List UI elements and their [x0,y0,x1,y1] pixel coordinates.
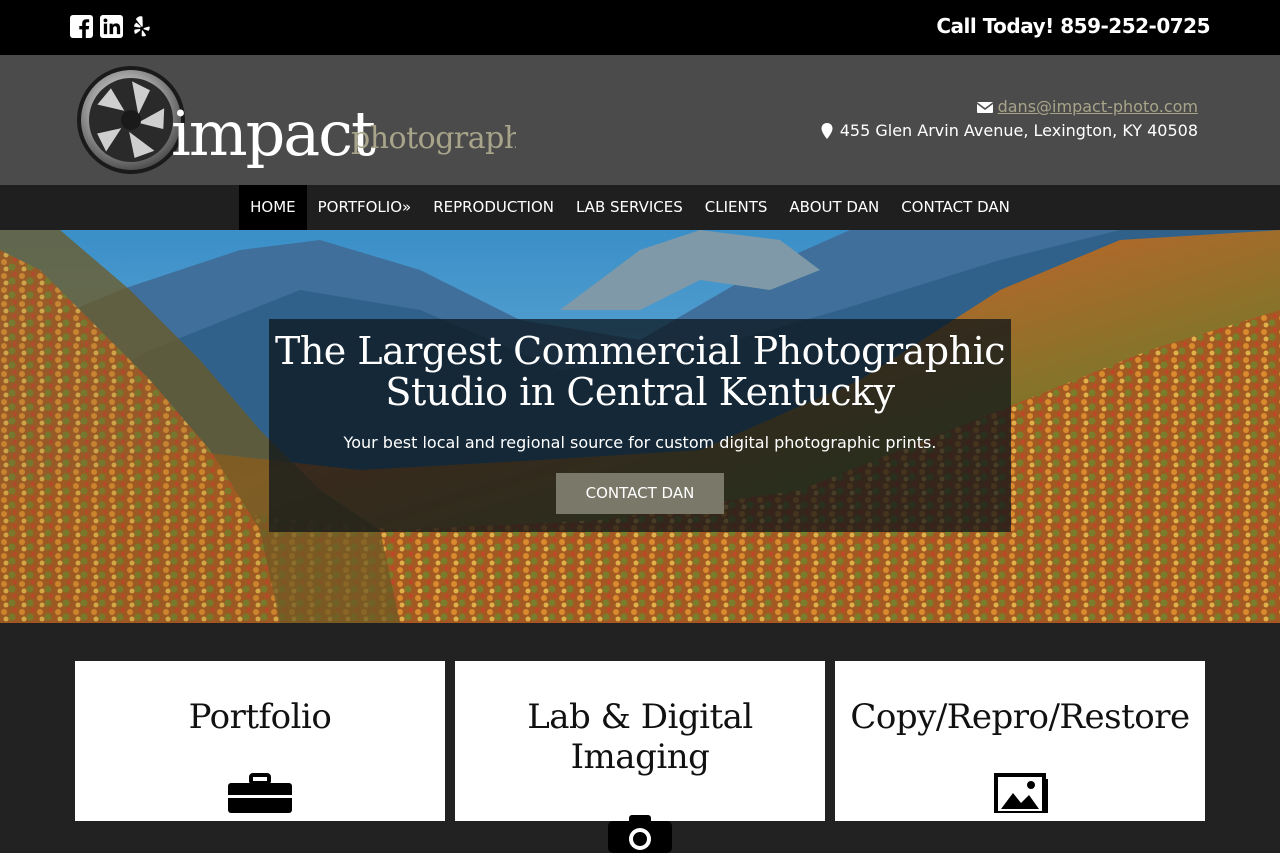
call-today-text: Call Today! 859-252-0725 [936,14,1210,38]
site-header: impact photography dans@impact-photo.com… [0,55,1280,185]
logo-wordmark: impact [171,97,376,170]
nav-item-contact-dan[interactable]: CONTACT DAN [890,185,1021,230]
logo-subtitle: photography [351,121,516,156]
facebook-icon[interactable] [70,15,93,38]
main-nav: HOME PORTFOLIO» REPRODUCTION LAB SERVICE… [0,185,1280,230]
card-portfolio[interactable]: Portfolio [75,661,445,821]
hero-subtitle: Your best local and regional source for … [343,433,937,452]
email-link[interactable]: dans@impact-photo.com [998,95,1198,119]
top-bar: Call Today! 859-252-0725 [0,0,1280,55]
hero-callout: The Largest Commercial Photographic Stud… [269,319,1011,532]
card-lab-digital-imaging[interactable]: Lab & Digital Imaging [455,661,825,853]
hero-title-line-2: Studio in Central Kentucky [385,370,895,414]
hero-title: The Largest Commercial Photographic Stud… [269,331,1011,413]
card-title: Lab & Digital Imaging [527,697,753,777]
hero-contact-button[interactable]: CONTACT DAN [556,473,724,514]
nav-item-reproduction[interactable]: REPRODUCTION [422,185,565,230]
social-links [70,15,153,38]
card-copy-repro-restore[interactable]: Copy/Repro/Restore [835,661,1205,821]
camera-icon [608,815,672,853]
briefcase-icon [228,773,292,813]
nav-item-portfolio[interactable]: PORTFOLIO» [307,185,423,230]
address-row: 455 Glen Arvin Avenue, Lexington, KY 405… [819,119,1198,143]
card-title: Portfolio [188,697,332,737]
envelope-icon [976,102,993,113]
address-text: 455 Glen Arvin Avenue, Lexington, KY 405… [839,121,1198,140]
nav-item-clients[interactable]: CLIENTS [694,185,779,230]
map-pin-icon [821,123,833,139]
impact-photography-logo[interactable]: impact photography [76,65,516,180]
linkedin-icon[interactable] [100,15,123,38]
yelp-icon[interactable] [130,15,153,38]
nav-item-about-dan[interactable]: ABOUT DAN [778,185,890,230]
picture-icon [994,773,1048,813]
email-row: dans@impact-photo.com [819,95,1198,119]
nav-item-lab-services[interactable]: LAB SERVICES [565,185,694,230]
hero-title-line-1: The Largest Commercial Photographic [274,329,1006,373]
header-contact-info: dans@impact-photo.com 455 Glen Arvin Ave… [819,95,1198,143]
nav-item-home[interactable]: HOME [239,185,307,230]
card-title: Copy/Repro/Restore [850,697,1190,737]
feature-cards: Portfolio Lab & Digital Imaging Copy/Rep… [75,661,1205,853]
hero-banner: The Largest Commercial Photographic Stud… [0,230,1280,623]
